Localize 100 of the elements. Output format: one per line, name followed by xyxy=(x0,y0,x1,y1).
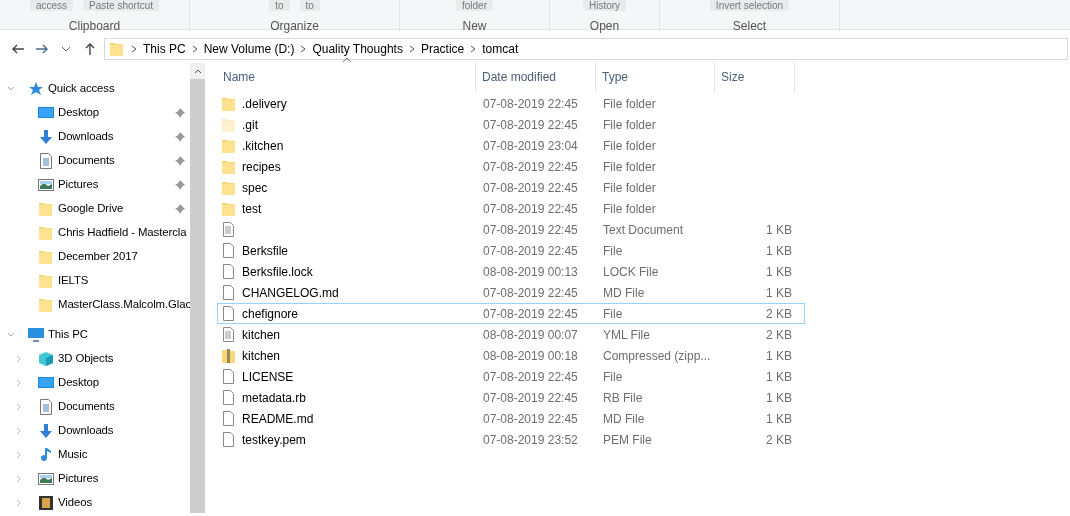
size-cell: 1 KB xyxy=(766,348,792,363)
date-cell: 07-08-2019 22:45 xyxy=(483,159,578,174)
file-name[interactable]: CHANGELOG.md xyxy=(242,283,339,302)
document-icon xyxy=(221,221,237,238)
breadcrumb-item[interactable]: tomcat xyxy=(478,40,523,58)
folder-icon xyxy=(38,201,54,217)
breadcrumb-item[interactable]: Practice xyxy=(416,40,469,58)
breadcrumb-item[interactable]: This PC xyxy=(139,40,190,58)
file-name[interactable]: .git xyxy=(242,115,258,134)
type-cell: Text Document xyxy=(603,222,684,237)
file-icon xyxy=(221,242,237,259)
column-header[interactable]: Name xyxy=(217,62,476,92)
file-name[interactable]: spec xyxy=(242,178,268,197)
size-cell: 1 KB xyxy=(766,411,792,426)
size-cell: 1 KB xyxy=(766,369,792,384)
film-icon xyxy=(38,495,54,511)
file-name[interactable]: Berksfile xyxy=(242,241,288,260)
date-cell: 07-08-2019 22:45 xyxy=(483,306,578,321)
sidebar-item[interactable]: Quick access xyxy=(48,80,115,98)
address-bar[interactable]: This PC New Volume (D:) Quality Thoughts Practice tomcat xyxy=(104,38,1068,60)
file-name[interactable]: test xyxy=(242,199,262,218)
folder-icon xyxy=(38,297,54,313)
date-cell: 07-08-2019 23:52 xyxy=(483,432,578,447)
file-name[interactable]: testkey.pem xyxy=(242,430,306,449)
size-cell: 2 KB xyxy=(766,432,792,447)
column-header[interactable]: Type xyxy=(596,62,715,92)
sidebar-item[interactable]: Documents xyxy=(58,398,190,416)
sidebar-item[interactable]: December 2017 xyxy=(58,248,190,266)
ribbon-button[interactable]: access xyxy=(29,0,74,11)
size-cell: 2 KB xyxy=(766,306,792,321)
ribbon-button[interactable]: History xyxy=(582,0,627,11)
type-cell: File xyxy=(603,369,623,384)
type-cell: PEM File xyxy=(603,432,652,447)
ribbon-button[interactable]: folder xyxy=(456,0,493,11)
document-icon xyxy=(221,326,237,343)
file-name[interactable]: metadata.rb xyxy=(242,388,307,407)
sidebar-item[interactable]: Downloads xyxy=(58,128,171,146)
cube-icon xyxy=(38,351,54,367)
picture-icon xyxy=(38,177,54,193)
file-icon xyxy=(221,284,237,301)
type-cell: RB File xyxy=(603,390,643,405)
size-cell: 1 KB xyxy=(766,243,792,258)
star-icon xyxy=(28,81,44,97)
file-icon xyxy=(221,410,237,427)
sidebar-item[interactable]: Pictures xyxy=(58,470,190,488)
file-name[interactable]: kitchen xyxy=(242,325,281,344)
ribbon-button[interactable]: Invert selection xyxy=(709,0,790,11)
date-cell: 07-08-2019 22:45 xyxy=(483,243,578,258)
breadcrumb-item[interactable]: New Volume (D:) xyxy=(199,40,299,58)
ribbon-button[interactable]: to xyxy=(269,0,290,11)
folder-icon xyxy=(221,116,237,133)
file-name[interactable]: kitchen xyxy=(242,346,281,365)
date-cell: 07-08-2019 22:45 xyxy=(483,411,578,426)
sidebar-item[interactable]: IELTS xyxy=(58,272,190,290)
sidebar-item[interactable]: Chris Hadfield - Mastercla xyxy=(58,224,190,242)
sidebar-item[interactable]: Videos xyxy=(58,494,190,512)
file-row[interactable]: chefignore 07-08-2019 22:45 File 2 KB xyxy=(217,303,805,324)
folder-icon xyxy=(221,200,237,217)
file-name[interactable]: chefignore xyxy=(242,304,299,323)
sidebar-item[interactable]: Google Drive xyxy=(58,200,171,218)
type-cell: YML File xyxy=(603,327,650,342)
file-name[interactable]: LICENSE xyxy=(242,367,294,386)
breadcrumb-item[interactable]: Quality Thoughts xyxy=(308,40,407,58)
type-cell: File folder xyxy=(603,201,656,216)
computer-icon xyxy=(28,327,44,343)
chevron-right-icon xyxy=(129,44,139,54)
file-name[interactable]: recipes xyxy=(242,157,281,176)
file-icon xyxy=(221,368,237,385)
file-name[interactable]: .kitchen xyxy=(242,136,284,155)
sidebar-item[interactable]: Pictures xyxy=(58,176,171,194)
document-icon xyxy=(38,153,54,169)
sidebar-item[interactable]: Desktop xyxy=(58,374,190,392)
music-note-icon xyxy=(38,447,54,463)
folder-icon xyxy=(38,273,54,289)
file-name[interactable]: Berksfile.lock xyxy=(242,262,313,281)
column-header[interactable]: Size xyxy=(715,62,795,92)
type-cell: File folder xyxy=(603,159,656,174)
type-cell: MD File xyxy=(603,285,645,300)
document-icon xyxy=(38,399,54,415)
monitor-icon xyxy=(38,375,54,391)
type-cell: Compressed (zipp... xyxy=(603,348,711,363)
sidebar-item[interactable]: Music xyxy=(58,446,190,464)
file-name[interactable]: README.md xyxy=(242,409,314,428)
zip-icon xyxy=(221,347,237,364)
sidebar-item[interactable]: Documents xyxy=(58,152,171,170)
type-cell: File folder xyxy=(603,96,656,111)
sidebar-item[interactable]: Downloads xyxy=(58,422,190,440)
file-icon xyxy=(221,305,237,322)
sidebar-item[interactable]: Desktop xyxy=(58,104,171,122)
sidebar-item[interactable]: 3D Objects xyxy=(58,350,190,368)
date-cell: 07-08-2019 22:45 xyxy=(483,201,578,216)
file-name[interactable]: .delivery xyxy=(242,94,287,113)
sort-caret-icon xyxy=(342,57,352,63)
type-cell: File xyxy=(603,243,623,258)
column-header[interactable]: Date modified xyxy=(476,62,596,92)
sidebar-item[interactable]: MasterClass.Malcolm.Glac xyxy=(58,296,190,314)
sidebar-item[interactable]: This PC xyxy=(48,326,88,344)
ribbon-button[interactable]: Paste shortcut xyxy=(83,0,159,11)
ribbon-button[interactable]: to xyxy=(299,0,320,11)
download-arrow-icon xyxy=(38,423,54,439)
